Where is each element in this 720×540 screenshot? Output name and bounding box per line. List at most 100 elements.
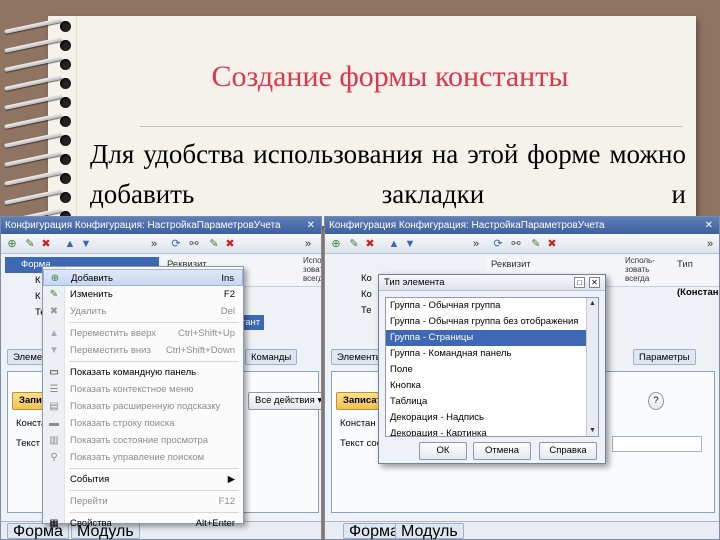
menu-item-shortcut: Ctrl+Shift+Up (177, 328, 235, 339)
add-icon: ⊕ (50, 273, 60, 284)
context-menu: ⊕ Добавить Ins ✎ Изменить F2 ✖ Удалить Del ▲ Перем… (42, 266, 244, 529)
tab-parameters[interactable]: Параметры (633, 349, 696, 365)
menu-item-label: Свойства (70, 518, 112, 529)
up-icon[interactable]: ▲ (63, 237, 77, 251)
close-icon[interactable]: ✕ (705, 217, 713, 234)
menu-item[interactable]: ⊕ Добавить Ins (43, 269, 243, 286)
menu-item[interactable]: ▲ Переместить вверх Ctrl+Shift+Up (43, 325, 243, 342)
menu-item-label: Перейти (70, 496, 108, 507)
link-icon[interactable]: ⚯ (187, 237, 201, 251)
binding-hole (60, 40, 71, 51)
scroll-down-icon[interactable]: ▼ (588, 426, 597, 435)
edit-icon[interactable]: ✎ (207, 237, 221, 251)
edit-icon[interactable]: ✎ (23, 237, 37, 251)
menu-item[interactable]: ▼ Переместить вниз Ctrl+Shift+Down (43, 342, 243, 359)
blank-icon (48, 474, 60, 485)
menu-item[interactable]: ▥ Показать состояние просмотра (43, 432, 243, 449)
menu-item-label: Показать строку поиска (70, 418, 175, 429)
element-type-option[interactable]: Группа - Обычная группа (386, 298, 598, 314)
column-header-use: Исполь- зовать всегда (303, 256, 322, 283)
delete-icon[interactable]: ✖ (545, 237, 559, 251)
menu-item-label: События (70, 474, 110, 485)
coil-wire (4, 170, 62, 186)
element-type-option[interactable]: Декорация - Надпись (386, 410, 598, 426)
refresh-icon[interactable]: ⟳ (491, 237, 505, 251)
tab-commands[interactable]: Команды (245, 349, 298, 365)
coil-wire (4, 113, 62, 129)
menu-item-shortcut: Ins (221, 273, 234, 284)
menu-item[interactable]: ▬ Показать строку поиска (43, 415, 243, 432)
menu-item[interactable]: ▤ Показать расширенную подсказку (43, 398, 243, 415)
spiral-coil (4, 18, 76, 34)
spiral-coil (4, 75, 76, 91)
coil-wire (4, 56, 62, 72)
search-bar-icon: ▬ (49, 418, 59, 429)
element-type-option[interactable]: Декорация - Картинка (386, 426, 598, 436)
menu-item-label: Изменить (70, 289, 113, 300)
menu-item[interactable]: События ▶ (43, 471, 243, 488)
menu-item-shortcut: Alt+Enter (195, 518, 235, 529)
menu-item[interactable]: ▦ Свойства Alt+Enter (43, 515, 243, 532)
field-label: Констан (340, 418, 376, 429)
scrollbar[interactable]: ▲ ▼ (586, 298, 598, 436)
element-type-option[interactable]: Кнопка (386, 378, 598, 394)
refresh-icon[interactable]: ⟳ (169, 237, 183, 251)
add-icon[interactable]: ⊕ (329, 237, 343, 251)
menu-item-label: Показать состояние просмотра (70, 435, 209, 446)
dialog-titlebar: Тип элемента □ ✕ (379, 275, 605, 291)
down-icon[interactable]: ▼ (79, 237, 93, 251)
binding-hole (60, 116, 71, 127)
link-icon[interactable]: ⚯ (509, 237, 523, 251)
binding-hole (60, 154, 71, 165)
menu-item-shortcut: Ctrl+Shift+Down (165, 345, 235, 356)
close-icon[interactable]: ✕ (307, 217, 315, 234)
bottom-tabs: Форма Модуль (325, 521, 719, 539)
coil-wire (4, 132, 62, 148)
up-icon[interactable]: ▲ (387, 237, 401, 251)
more-icon[interactable]: » (469, 237, 483, 251)
more-icon[interactable]: » (301, 237, 315, 251)
menu-item[interactable]: ☰ Показать контекстное меню (43, 381, 243, 398)
menu-item[interactable]: Перейти F12 (43, 493, 243, 510)
help-button[interactable]: Справка (539, 442, 597, 460)
binding-hole (60, 135, 71, 146)
element-type-option[interactable]: Поле (386, 362, 598, 378)
down-icon[interactable]: ▼ (403, 237, 417, 251)
slide-title: Создание формы константы (211, 60, 569, 93)
maximize-icon[interactable]: □ (574, 277, 585, 288)
dialog-title: Тип элемента (384, 277, 445, 288)
binding-hole (60, 173, 71, 184)
menu-item[interactable]: ▭ Показать командную панель (43, 364, 243, 381)
element-type-option[interactable]: Группа - Командная панель (386, 346, 598, 362)
menu-item[interactable]: ✖ Удалить Del (43, 303, 243, 320)
column-header-use: Исполь- зовать всегда (625, 256, 655, 283)
help-button[interactable]: ? (648, 392, 664, 410)
menu-item[interactable]: ✎ Изменить F2 (43, 286, 243, 303)
spiral-coil (4, 113, 76, 129)
cancel-button[interactable]: Отмена (473, 442, 531, 460)
scroll-up-icon[interactable]: ▲ (588, 299, 597, 308)
all-actions-button[interactable]: Все действия ▾ (248, 392, 321, 410)
delete-icon[interactable]: ✖ (39, 237, 53, 251)
element-type-option[interactable]: Группа - Страницы (386, 330, 598, 346)
menu-item[interactable]: ⚲ Показать управление поиском (43, 449, 243, 466)
add-icon[interactable]: ⊕ (5, 237, 19, 251)
close-icon[interactable]: ✕ (589, 277, 600, 288)
menu-item-label: Переместить вниз (70, 345, 151, 356)
delete-icon[interactable]: ✖ (363, 237, 377, 251)
text-field[interactable] (612, 436, 702, 452)
edit-icon[interactable]: ✎ (347, 237, 361, 251)
more-icon[interactable]: » (147, 237, 161, 251)
delete-icon[interactable]: ✖ (223, 237, 237, 251)
ok-button[interactable]: ОК (419, 442, 467, 460)
menu-item-label: Показать управление поиском (70, 452, 205, 463)
edit-icon: ✎ (49, 289, 59, 300)
title-underline (140, 126, 682, 127)
spiral-coil (4, 189, 76, 205)
more-icon[interactable]: » (703, 237, 717, 251)
edit-icon[interactable]: ✎ (529, 237, 543, 251)
menu-item-shortcut: F12 (218, 496, 235, 507)
element-type-option[interactable]: Группа - Обычная группа без отображения (386, 314, 598, 330)
element-type-option[interactable]: Таблица (386, 394, 598, 410)
tab-module[interactable]: Модуль (395, 523, 464, 539)
